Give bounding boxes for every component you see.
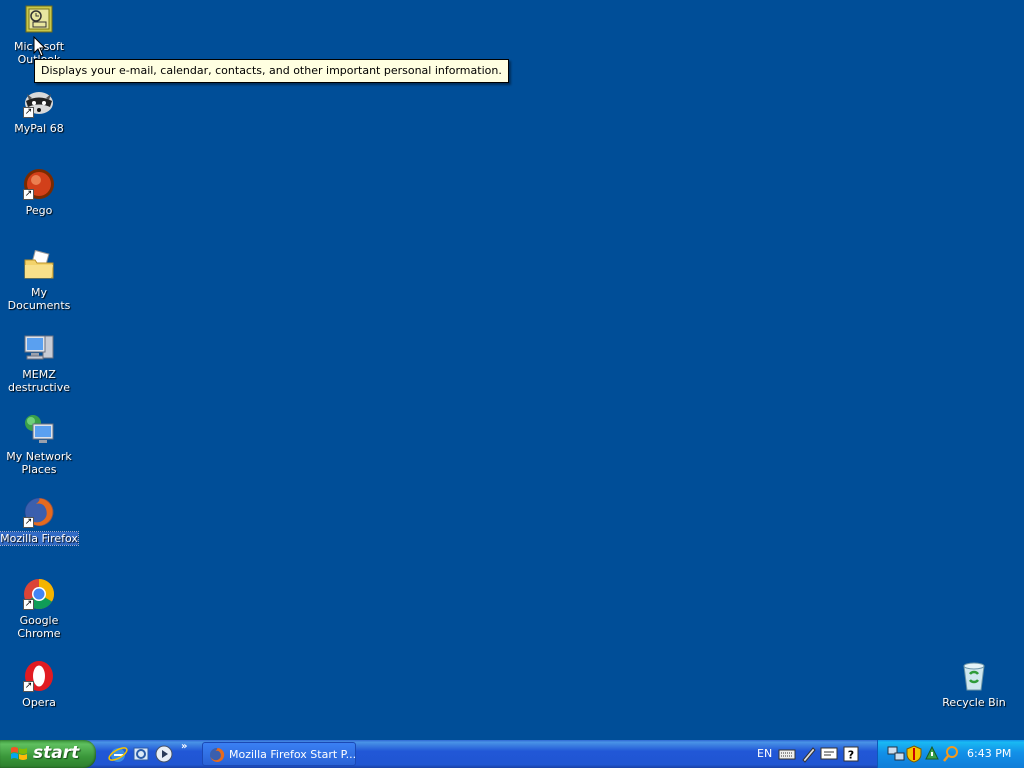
pen-icon[interactable] <box>800 745 818 763</box>
desktop-icon-label: Opera <box>22 696 56 709</box>
start-label: start <box>33 743 80 763</box>
shortcut-arrow-icon: ↗ <box>23 517 34 528</box>
outlook-express-icon[interactable] <box>131 744 151 764</box>
taskbar-button-title: Mozilla Firefox Start P... <box>229 748 357 761</box>
system-tray: 6:43 PM <box>877 740 1024 768</box>
desktop-icon-label: My Documents <box>7 286 71 312</box>
outlook-icon <box>25 5 53 33</box>
desktop-icon-network-places[interactable]: My Network Places <box>0 414 78 476</box>
clock[interactable]: 6:43 PM <box>967 747 1011 760</box>
shortcut-arrow-icon: ↗ <box>23 599 34 610</box>
text-services-icon[interactable] <box>820 745 838 763</box>
computer-icon <box>24 335 54 360</box>
desktop-icon-recycle-bin[interactable]: Recycle Bin <box>935 660 1013 710</box>
desktop-icon-label: Google Chrome <box>17 614 61 640</box>
tooltip: Displays your e-mail, calendar, contacts… <box>34 59 509 83</box>
desktop-icon-memz[interactable]: MEMZ destructive <box>0 332 78 394</box>
desktop-icon-chrome[interactable]: ↗ Google Chrome <box>0 578 78 640</box>
desktop-icon-mypal[interactable]: ↗ MyPal 68 <box>0 86 78 136</box>
desktop-icon-label: Pego <box>25 204 53 217</box>
desktop-icon-my-documents[interactable]: My Documents <box>0 250 78 312</box>
start-button[interactable]: start <box>0 740 96 768</box>
desktop-icon-label: My Network Places <box>6 450 72 476</box>
network-tray-icon[interactable] <box>887 745 905 763</box>
desktop-icon-label: Recycle Bin <box>942 696 1006 709</box>
shortcut-arrow-icon: ↗ <box>23 681 34 692</box>
desktop-icon-pego[interactable]: ↗ Pego <box>0 168 78 218</box>
desktop-icon-label: MyPal 68 <box>14 122 64 135</box>
svg-text:?: ? <box>848 749 854 762</box>
security-shield-icon[interactable] <box>905 745 923 763</box>
shortcut-arrow-icon: ↗ <box>23 107 34 118</box>
help-icon[interactable]: ? <box>842 745 860 763</box>
desktop-icon-label: Mozilla Firefox <box>0 531 79 546</box>
firefox-icon <box>210 747 225 762</box>
shortcut-arrow-icon: ↗ <box>23 189 34 200</box>
taskbar-button-firefox[interactable]: Mozilla Firefox Start P... <box>202 742 356 766</box>
recycle-bin-icon <box>963 662 985 691</box>
windows-logo-icon <box>11 747 27 760</box>
language-indicator[interactable]: EN <box>757 747 772 760</box>
update-icon[interactable] <box>923 745 941 763</box>
keyboard-icon[interactable] <box>778 745 796 763</box>
search-tray-icon[interactable] <box>942 745 960 763</box>
desktop-icon-firefox[interactable]: ↗ Mozilla Firefox <box>0 496 79 546</box>
quick-launch-chevron[interactable]: » <box>181 741 187 752</box>
desktop-icon-label: MEMZ destructive <box>8 368 70 394</box>
folder-icon <box>24 250 54 279</box>
network-icon <box>25 415 54 443</box>
desktop[interactable]: Microsoft Outlook ↗ MyPal 68 ↗ Pego My D… <box>0 0 1024 740</box>
mouse-pointer-icon <box>33 36 47 57</box>
ie-icon[interactable] <box>108 744 128 764</box>
desktop-icon-opera[interactable]: ↗ Opera <box>0 660 78 710</box>
taskbar: start » Mozilla Firefox Start P... EN ? <box>0 740 1024 768</box>
media-player-icon[interactable] <box>154 744 174 764</box>
